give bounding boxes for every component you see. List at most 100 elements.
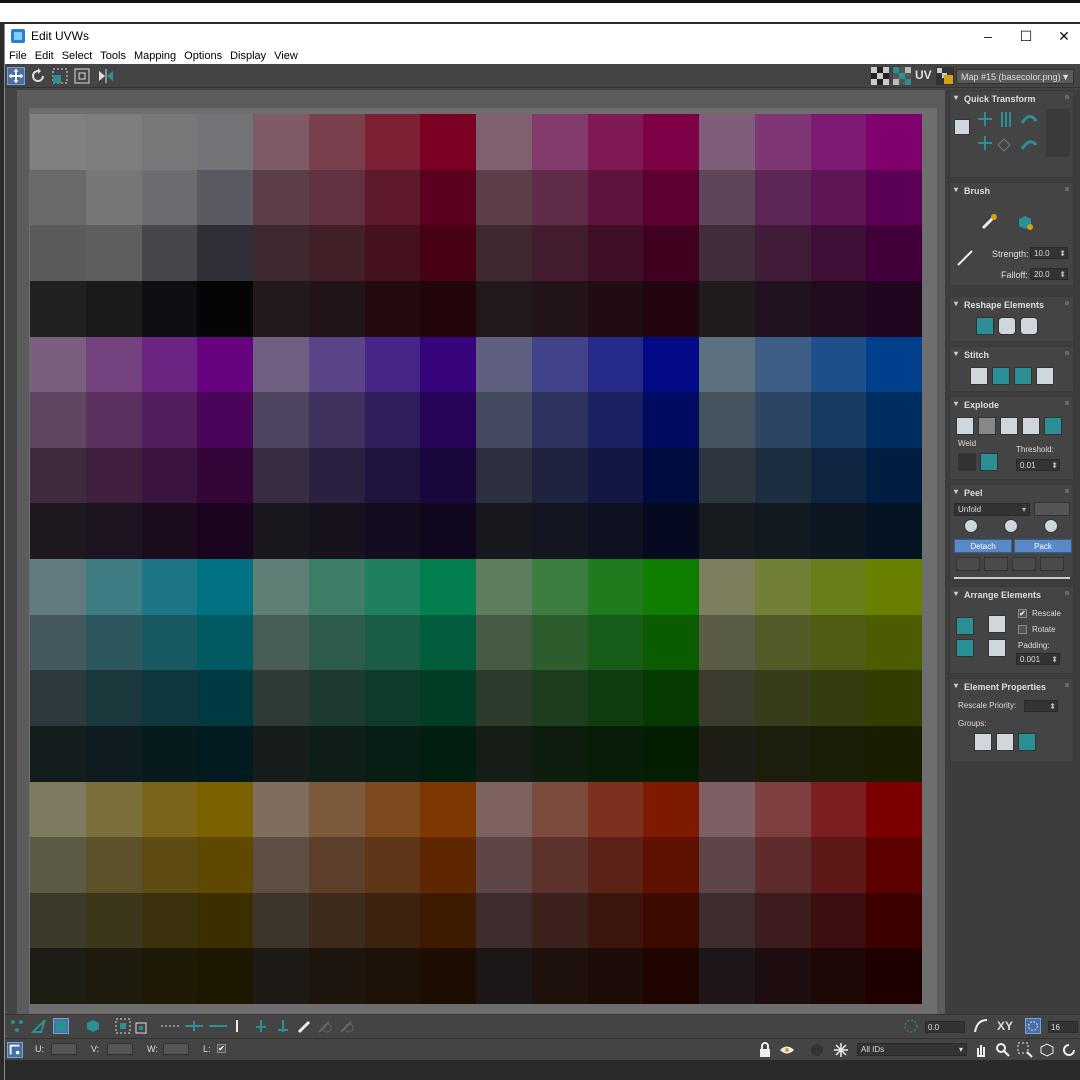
zoom-region-icon[interactable] bbox=[1017, 1042, 1033, 1058]
loop-icon[interactable] bbox=[159, 1018, 181, 1034]
unfold-dropdown[interactable]: Unfold bbox=[954, 503, 1030, 516]
falloff-type-icon[interactable] bbox=[973, 1018, 989, 1034]
detach-edge-icon[interactable] bbox=[978, 417, 996, 435]
ring-shrink-icon[interactable] bbox=[275, 1018, 291, 1034]
move-icon[interactable] bbox=[7, 67, 25, 85]
close-button[interactable]: ✕ bbox=[1045, 24, 1080, 48]
unpin-icon[interactable] bbox=[984, 557, 1008, 571]
strength-spinner[interactable]: 10.0 bbox=[1030, 247, 1068, 259]
falloff-spinner[interactable]: 20.0 bbox=[1030, 268, 1068, 280]
stitch-title[interactable]: Stitch bbox=[950, 347, 1073, 361]
menu-edit[interactable]: Edit bbox=[31, 50, 58, 62]
unfold-options-button[interactable] bbox=[1034, 502, 1070, 516]
rotate-icon[interactable] bbox=[29, 67, 47, 85]
material-ids-dropdown[interactable]: All IDs bbox=[857, 1043, 967, 1056]
checker-map-icon[interactable] bbox=[871, 67, 889, 85]
pan-icon[interactable] bbox=[973, 1042, 989, 1058]
freeze-icon[interactable] bbox=[833, 1042, 849, 1058]
mirror-icon[interactable] bbox=[97, 67, 115, 85]
break-icon[interactable] bbox=[956, 417, 974, 435]
stitch-to-source-icon[interactable] bbox=[970, 367, 988, 385]
reset-peel-icon[interactable] bbox=[1044, 519, 1058, 533]
freeform-icon[interactable] bbox=[73, 67, 91, 85]
pin-icon[interactable] bbox=[956, 557, 980, 571]
grid-snap-icon[interactable] bbox=[1025, 1018, 1041, 1034]
padding-spinner[interactable]: 0.001 bbox=[1016, 653, 1060, 665]
element-mode-icon[interactable] bbox=[85, 1018, 101, 1034]
stitch-average-icon[interactable] bbox=[992, 367, 1010, 385]
u-field[interactable] bbox=[51, 1043, 77, 1055]
menu-select[interactable]: Select bbox=[58, 50, 97, 62]
soft-selection-icon[interactable] bbox=[903, 1018, 919, 1034]
xy-toggle[interactable]: XY bbox=[997, 1019, 1013, 1033]
stitch-to-target-icon[interactable] bbox=[1014, 367, 1032, 385]
threshold-spinner[interactable]: 0.01 bbox=[1016, 459, 1060, 471]
menu-view[interactable]: View bbox=[270, 50, 302, 62]
paint-select-icon[interactable] bbox=[297, 1018, 313, 1034]
rescale-priority-spinner[interactable] bbox=[1024, 700, 1058, 712]
menu-options[interactable]: Options bbox=[180, 50, 226, 62]
loop-shrink-icon[interactable] bbox=[207, 1018, 229, 1034]
pack-settings-icon[interactable] bbox=[988, 639, 1006, 657]
peel-mode-icon[interactable] bbox=[1004, 519, 1018, 533]
relax-brush-icon[interactable] bbox=[1016, 213, 1034, 231]
falloff-curve-icon[interactable] bbox=[956, 249, 974, 267]
w-field[interactable] bbox=[163, 1043, 189, 1055]
texture-map-dropdown[interactable]: Map #15 (basecolor.png) ▼ bbox=[956, 69, 1074, 84]
ring-grow-icon[interactable] bbox=[253, 1018, 269, 1034]
flatten-by-material-icon[interactable] bbox=[1044, 417, 1062, 435]
group-remove-icon[interactable] bbox=[996, 733, 1014, 751]
quick-transform-title[interactable]: Quick Transform bbox=[950, 91, 1073, 105]
relax-icon[interactable] bbox=[998, 317, 1016, 335]
scale-icon[interactable] bbox=[51, 67, 69, 85]
peel-title[interactable]: Peel bbox=[950, 485, 1073, 499]
checker-teal-icon[interactable] bbox=[893, 67, 911, 85]
explode-by-smoothing-icon[interactable] bbox=[1022, 417, 1040, 435]
detach-button[interactable]: Detach bbox=[954, 539, 1012, 553]
uv-viewport[interactable] bbox=[17, 90, 945, 1014]
shade-icon[interactable] bbox=[809, 1042, 825, 1058]
arrange-elements-title[interactable]: Arrange Elements bbox=[950, 587, 1073, 601]
minimize-button[interactable]: – bbox=[969, 24, 1007, 48]
reset-view-icon[interactable] bbox=[1061, 1042, 1077, 1058]
reshape-elements-title[interactable]: Reshape Elements bbox=[950, 297, 1073, 311]
auto-pin-icon[interactable] bbox=[1012, 557, 1036, 571]
vertex-mode-icon[interactable] bbox=[9, 1018, 25, 1034]
group-select-icon[interactable] bbox=[1018, 733, 1036, 751]
hide-icon[interactable] bbox=[779, 1042, 795, 1058]
rotate-checkbox[interactable] bbox=[1018, 625, 1027, 634]
zoom-extents-icon[interactable] bbox=[1039, 1042, 1055, 1058]
grid-size-spinner[interactable]: 16 bbox=[1048, 1021, 1078, 1033]
menu-tools[interactable]: Tools bbox=[96, 50, 130, 62]
stitch-settings-icon[interactable] bbox=[1036, 367, 1054, 385]
relax-settings-icon[interactable] bbox=[1020, 317, 1038, 335]
ring-icon[interactable] bbox=[233, 1018, 249, 1034]
quick-transform-options[interactable] bbox=[1046, 109, 1070, 157]
lock-icon[interactable] bbox=[757, 1042, 773, 1058]
explode-title[interactable]: Explode bbox=[950, 397, 1073, 411]
straighten-icon[interactable] bbox=[976, 317, 994, 335]
paint-brush-icon[interactable] bbox=[980, 213, 998, 231]
rescale-checkbox[interactable]: ✔ bbox=[1018, 609, 1027, 618]
pack-button[interactable]: Pack bbox=[1014, 539, 1072, 553]
soft-selection-spinner[interactable]: 0.0 bbox=[925, 1021, 965, 1033]
weld-selected-icon[interactable] bbox=[958, 453, 976, 471]
explode-to-faces-icon[interactable] bbox=[1000, 417, 1018, 435]
grow-selection-icon[interactable] bbox=[135, 1018, 151, 1034]
v-field[interactable] bbox=[107, 1043, 133, 1055]
texture-map-icon[interactable] bbox=[936, 67, 954, 85]
pack-normalize-icon[interactable] bbox=[956, 639, 974, 657]
align-icon[interactable] bbox=[954, 119, 970, 135]
zoom-icon[interactable] bbox=[995, 1042, 1011, 1058]
loop-grow-icon[interactable] bbox=[183, 1018, 205, 1034]
pack-custom-icon[interactable] bbox=[956, 617, 974, 635]
paint-shrink-icon[interactable] bbox=[339, 1018, 355, 1034]
element-properties-title[interactable]: Element Properties bbox=[950, 679, 1073, 693]
uv-toggle[interactable]: UV bbox=[915, 68, 932, 82]
brush-title[interactable]: Brush bbox=[950, 183, 1073, 197]
l-checkbox[interactable]: ✔ bbox=[217, 1044, 226, 1053]
quick-transform-icons[interactable] bbox=[974, 109, 1054, 157]
select-pins-icon[interactable] bbox=[1040, 557, 1064, 571]
absolute-mode-icon[interactable] bbox=[7, 1042, 23, 1058]
weld-all-icon[interactable] bbox=[980, 453, 998, 471]
